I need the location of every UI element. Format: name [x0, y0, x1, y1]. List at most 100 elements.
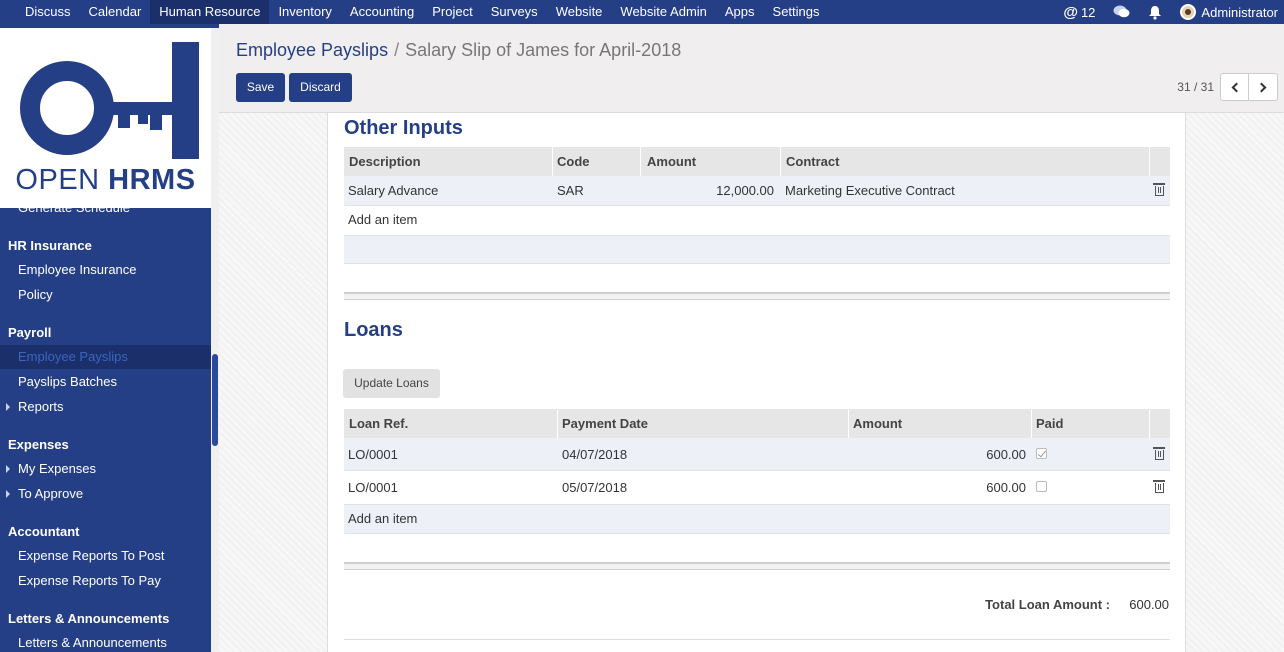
- col-code[interactable]: Code: [557, 154, 590, 169]
- sidebar-item-letters-announcements[interactable]: Letters & Announcements: [18, 635, 167, 650]
- discard-button[interactable]: Discard: [289, 73, 352, 102]
- caret-right-icon: [6, 403, 10, 411]
- menu-discuss[interactable]: Discuss: [16, 0, 80, 24]
- top-navbar: Discuss Calendar Human Resource Inventor…: [0, 0, 1284, 24]
- cell-loan-ref: LO/0001: [348, 480, 398, 495]
- breadcrumb-separator: /: [394, 40, 400, 60]
- menu-inventory[interactable]: Inventory: [269, 0, 340, 24]
- user-name: Administrator: [1201, 4, 1278, 20]
- cell-description: Salary Advance: [348, 183, 439, 198]
- add-item-row: Add an item: [344, 505, 1170, 534]
- menu-calendar[interactable]: Calendar: [80, 0, 151, 24]
- breadcrumb-parent[interactable]: Employee Payslips: [236, 40, 388, 60]
- paid-checkbox[interactable]: [1036, 481, 1047, 492]
- table-row[interactable]: LO/0001 05/07/2018 600.00: [344, 471, 1170, 505]
- col-paid[interactable]: Paid: [1036, 416, 1063, 431]
- sidebar-item-expense-reports-to-post[interactable]: Expense Reports To Post: [18, 548, 164, 563]
- sidebar-item-policy[interactable]: Policy: [18, 287, 53, 302]
- chevron-left-icon: [1231, 82, 1242, 93]
- cell-payment-date: 05/07/2018: [562, 480, 628, 495]
- separator: [344, 292, 1170, 300]
- other-inputs-title: Other Inputs: [344, 117, 463, 139]
- total-loan-value: 600.00: [1129, 597, 1169, 612]
- control-panel: Employee Payslips / Salary Slip of James f…: [219, 24, 1284, 113]
- open-hrms-logo-icon: [20, 42, 199, 159]
- breadcrumb: Employee Payslips / Salary Slip of James f…: [236, 40, 681, 61]
- at-icon: @: [1063, 3, 1078, 21]
- cell-amount: 12,000.00: [716, 183, 774, 198]
- sidebar-item-payslips-batches[interactable]: Payslips Batches: [18, 374, 117, 389]
- cell-amount: 600.00: [986, 447, 1026, 462]
- sidebar-section-hr-insurance: HR Insurance: [8, 238, 92, 253]
- caret-right-icon: [6, 465, 10, 473]
- app-menu: Discuss Calendar Human Resource Inventor…: [16, 0, 829, 24]
- save-button[interactable]: Save: [236, 73, 285, 102]
- sidebar-section-expenses: Expenses: [8, 437, 69, 452]
- update-loans-button[interactable]: Update Loans: [343, 369, 440, 398]
- col-description[interactable]: Description: [349, 154, 421, 169]
- sidebar-item-expense-reports-to-pay[interactable]: Expense Reports To Pay: [18, 573, 161, 588]
- col-amount[interactable]: Amount: [853, 416, 902, 431]
- paid-checkbox[interactable]: [1036, 448, 1047, 459]
- cell-code: SAR: [557, 183, 584, 198]
- bell-icon: [1149, 5, 1162, 20]
- col-amount[interactable]: Amount: [647, 154, 696, 169]
- sidebar-item-to-approve[interactable]: To Approve: [18, 486, 83, 501]
- scrollbar-thumb[interactable]: [212, 354, 218, 446]
- table-row[interactable]: LO/0001 04/07/2018 600.00: [344, 438, 1170, 471]
- sidebar-item-my-expenses[interactable]: My Expenses: [18, 461, 96, 476]
- cell-payment-date: 04/07/2018: [562, 447, 628, 462]
- footer-line: [344, 639, 1170, 640]
- add-item-link[interactable]: Add an item: [348, 511, 417, 526]
- trash-icon[interactable]: [1153, 447, 1165, 460]
- menu-human-resource[interactable]: Human Resource: [150, 0, 270, 24]
- menu-project[interactable]: Project: [423, 0, 481, 24]
- logo[interactable]: OPEN HRMS: [0, 28, 211, 208]
- chat-button[interactable]: [1113, 5, 1130, 19]
- pager-next-button[interactable]: [1249, 73, 1278, 101]
- menu-accounting[interactable]: Accounting: [341, 0, 423, 24]
- chevron-right-icon: [1256, 82, 1267, 93]
- cell-amount: 600.00: [986, 480, 1026, 495]
- mentions-count: 12: [1080, 4, 1096, 20]
- sidebar: Generate Schedule HR Insurance Employee …: [0, 24, 219, 652]
- sidebar-item-label: Employee Payslips: [18, 349, 128, 364]
- total-loan-label: Total Loan Amount :: [985, 597, 1110, 612]
- sidebar-section-accountant: Accountant: [8, 524, 80, 539]
- menu-apps[interactable]: Apps: [716, 0, 764, 24]
- user-menu[interactable]: Administrator: [1180, 4, 1278, 20]
- pager-previous-button[interactable]: [1220, 73, 1249, 101]
- menu-settings[interactable]: Settings: [764, 0, 829, 24]
- separator: [344, 562, 1170, 570]
- sidebar-item-reports[interactable]: Reports: [18, 399, 64, 414]
- avatar: [1180, 4, 1197, 20]
- trash-icon[interactable]: [1153, 480, 1165, 493]
- sidebar-section-letters: Letters & Announcements: [8, 611, 170, 626]
- menu-website[interactable]: Website: [547, 0, 612, 24]
- col-loan-ref[interactable]: Loan Ref.: [349, 416, 408, 431]
- page-title: Salary Slip of James for April-2018: [405, 40, 682, 60]
- col-payment-date[interactable]: Payment Date: [562, 416, 648, 431]
- caret-right-icon: [6, 490, 10, 498]
- sidebar-item-employee-insurance[interactable]: Employee Insurance: [18, 262, 137, 277]
- sidebar-section-payroll: Payroll: [8, 325, 52, 340]
- menu-surveys[interactable]: Surveys: [482, 0, 547, 24]
- add-item-row: Add an item: [344, 206, 1170, 235]
- sidebar-item-employee-payslips[interactable]: Employee Payslips: [0, 345, 211, 369]
- pager-value: 31 / 31: [1177, 80, 1214, 94]
- cell-contract: Marketing Executive Contract: [785, 183, 955, 198]
- notifications-button[interactable]: [1148, 5, 1162, 20]
- add-item-link[interactable]: Add an item: [348, 212, 417, 227]
- trash-icon[interactable]: [1153, 183, 1165, 196]
- table-row[interactable]: Salary Advance SAR 12,000.00 Marketing E…: [344, 176, 1170, 206]
- other-inputs-header: Description Code Amount Contract: [344, 147, 1170, 176]
- mentions-button[interactable]: @ 12: [1063, 4, 1095, 21]
- col-contract[interactable]: Contract: [786, 154, 839, 169]
- chat-icon: [1113, 5, 1130, 18]
- logo-text: OPEN HRMS: [15, 164, 196, 196]
- cell-loan-ref: LO/0001: [348, 447, 398, 462]
- menu-website-admin[interactable]: Website Admin: [611, 0, 715, 24]
- table-row: [344, 235, 1170, 264]
- loans-header: Loan Ref. Payment Date Amount Paid: [344, 409, 1170, 438]
- sidebar-scrollbar[interactable]: [211, 28, 219, 652]
